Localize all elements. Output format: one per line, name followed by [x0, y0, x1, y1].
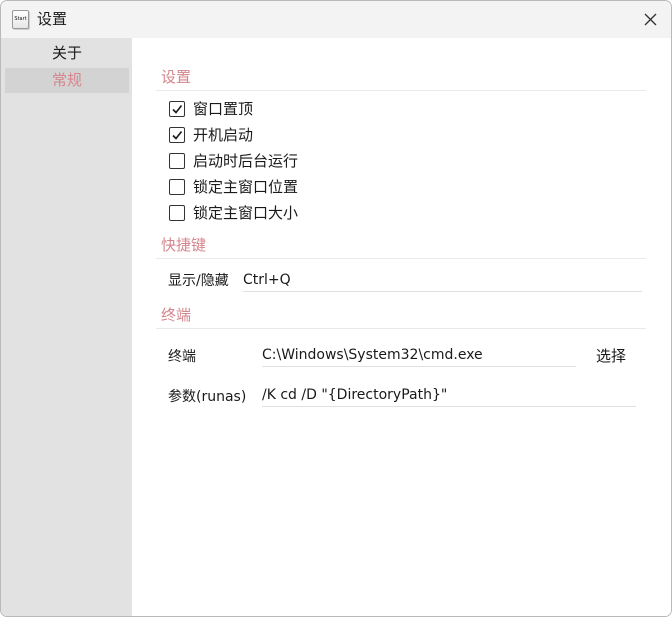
close-button[interactable]: [631, 1, 671, 38]
app-icon: Start: [12, 10, 29, 29]
sidebar-item-about[interactable]: 关于: [5, 41, 129, 66]
terminal-args-label: 参数(runas): [168, 389, 247, 405]
checkbox[interactable]: [169, 127, 185, 143]
hotkey-input[interactable]: Ctrl+Q: [243, 269, 642, 292]
terminal-path-label: 终端: [168, 349, 196, 365]
terminal-args-input[interactable]: /K cd /D "{DirectoryPath}": [262, 384, 636, 407]
sidebar: 关于 常规: [1, 38, 132, 616]
browse-button[interactable]: 选择: [596, 346, 626, 366]
app-icon-label: Start: [14, 16, 27, 22]
section-title-settings: 设置: [161, 68, 192, 86]
option-label: 锁定主窗口大小: [193, 204, 299, 222]
title-bar[interactable]: Start 设置: [1, 1, 671, 38]
section-divider: [156, 90, 646, 91]
close-icon: [644, 13, 657, 26]
option-label: 锁定主窗口位置: [193, 178, 299, 196]
hotkey-label: 显示/隐藏: [168, 273, 229, 289]
section-title-terminal: 终端: [161, 306, 192, 324]
checkbox[interactable]: [169, 179, 185, 195]
checkmark-icon: [172, 105, 183, 114]
section-divider: [156, 258, 646, 259]
option-label: 窗口置顶: [193, 100, 254, 118]
section-title-hotkey: 快捷键: [161, 236, 207, 254]
window-title: 设置: [37, 10, 68, 28]
checkbox[interactable]: [169, 205, 185, 221]
sidebar-item-general[interactable]: 常规: [5, 68, 129, 93]
checkbox[interactable]: [169, 101, 185, 117]
option-label: 开机启动: [193, 126, 254, 144]
settings-window: Start 设置 关于 常规 设置 窗口置顶 开机启动 启动时后台运行 锁定主窗…: [0, 0, 672, 617]
terminal-path-input[interactable]: C:\Windows\System32\cmd.exe: [262, 344, 576, 367]
settings-panel: 设置 窗口置顶 开机启动 启动时后台运行 锁定主窗口位置 锁定主窗口大小 快捷键…: [132, 38, 671, 616]
section-divider: [156, 328, 646, 329]
checkbox[interactable]: [169, 153, 185, 169]
option-label: 启动时后台运行: [193, 152, 299, 170]
checkmark-icon: [172, 131, 183, 140]
